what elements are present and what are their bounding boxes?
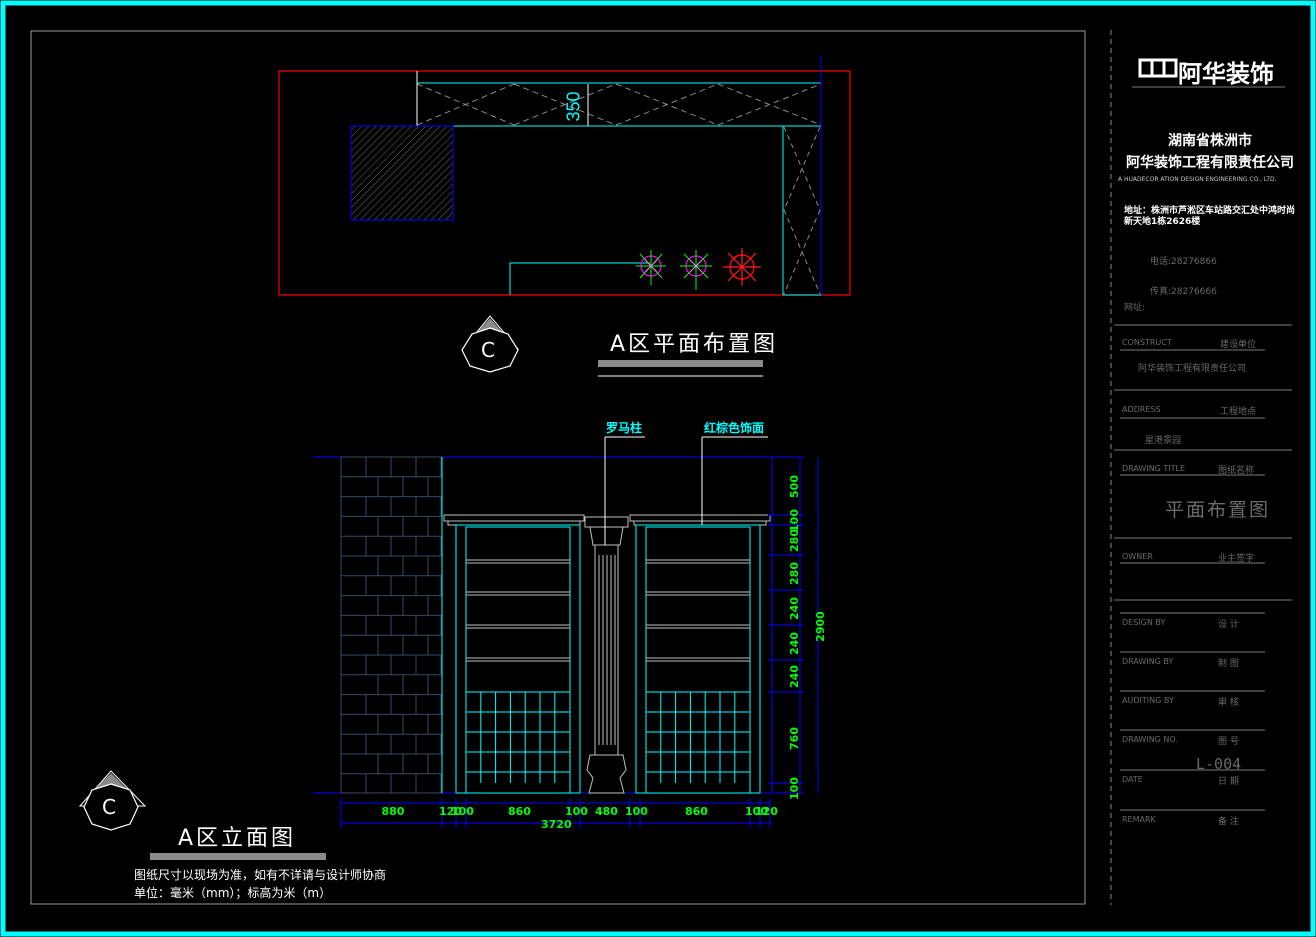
construct-label: CONSTRUCT (1122, 338, 1172, 347)
drawing-title-label: DRAWING TITLE (1122, 464, 1186, 473)
company-en: A HUADECOR ATION DESIGN ENGINEERING CO.,… (1118, 176, 1277, 183)
plan-dim-350: 350 (563, 91, 584, 122)
vertical-dim-0: 500 (787, 474, 803, 498)
note-line2: 单位：毫米（mm）；标高为米（m） (134, 886, 332, 900)
vertical-dim-7: 760 (787, 726, 803, 750)
owner-cn: 业主签字 (1218, 554, 1255, 564)
label-roman-column: 罗马柱 (606, 421, 643, 435)
vertical-dim-2: 280 (787, 528, 803, 552)
drawing-title-value: 平面布置图 (1165, 499, 1271, 521)
vertical-dim-5: 240 (787, 631, 803, 655)
drawing-no-cn: 图 号 (1218, 737, 1239, 747)
company-address: 地址：株洲市芦淞区车站路交汇处中鸿时尚新天地1栋2626楼 (1124, 206, 1296, 227)
bottom-dim-5: 480 (595, 805, 618, 818)
plant-icon (636, 250, 666, 285)
construct-cn: 建设单位 (1220, 340, 1257, 350)
drawing-by-label: DRAWING BY (1122, 657, 1174, 666)
drawing-no-label: DRAWING NO. (1122, 735, 1178, 744)
note-line1: 图纸尺寸以现场为准，如有不详请与设计师协商 (134, 868, 387, 882)
vertical-dim-text: 240 (787, 665, 801, 688)
logo-mark (1138, 58, 1178, 78)
company-web: 网址: (1124, 303, 1146, 313)
drawing-by-cn: 制 图 (1218, 659, 1239, 669)
address-label: ADDRESS (1122, 405, 1161, 414)
elevation-marker-letter: C (102, 795, 116, 819)
design-label: DESIGN BY (1122, 618, 1166, 627)
drawing-no-value: L-004 (1196, 755, 1242, 773)
logo-text: 阿华装饰 (1178, 60, 1274, 88)
date-label: DATE (1122, 775, 1143, 784)
bottom-dim-0: 880 (381, 805, 405, 818)
drawing-title-cn: 图纸名称 (1218, 466, 1255, 476)
design-cn: 设 计 (1218, 620, 1239, 630)
company-phone: 电话:28276866 (1150, 257, 1217, 267)
plant-icon (723, 248, 761, 286)
roman-column (584, 516, 629, 794)
company-fax: 传真:28276666 (1150, 287, 1217, 297)
bottom-dim-9: 120 (755, 805, 778, 818)
company-line1: 湖南省株洲市 (1168, 133, 1252, 149)
vertical-dim-3: 280 (787, 561, 803, 585)
inner-frame (30, 30, 1086, 905)
address-cn: 工程地点 (1220, 407, 1257, 417)
plan-marker-letter: C (481, 338, 495, 362)
total-width: 3720 (541, 818, 572, 831)
label-finish: 红棕色饰面 (704, 421, 765, 435)
bottom-dim-2: 100 (451, 805, 474, 818)
vertical-dim-8: 100 (787, 776, 803, 800)
total-height-wrap: 2900 (809, 611, 827, 642)
vertical-dim-text: 280 (787, 561, 801, 585)
construct-value: 阿华装饰工程有限责任公司 (1138, 364, 1247, 374)
auditing-cn: 审 核 (1218, 698, 1239, 708)
company-line2: 阿华装饰工程有限责任公司 (1126, 155, 1294, 171)
address-value: 星港景园 (1145, 436, 1182, 446)
vertical-dim-text: 240 (787, 596, 801, 620)
vertical-dim-text: 240 (787, 631, 801, 655)
bottom-dim-4: 100 (565, 805, 588, 818)
bottom-dim-7: 860 (685, 805, 708, 818)
remark-cn: 备 注 (1218, 817, 1239, 827)
owner-label: OWNER (1122, 552, 1153, 561)
plant-icon (680, 250, 712, 290)
bottom-dim-6: 100 (625, 805, 648, 818)
vertical-dim-4: 240 (787, 596, 803, 620)
elevation-view (313, 436, 819, 828)
plan-title: A区平面布置图 (610, 332, 779, 357)
vertical-dim-text: 760 (787, 726, 801, 750)
plan-dim-350-wrap: 350 (563, 84, 592, 126)
auditing-label: AUDITING BY (1122, 696, 1174, 705)
date-cn: 日 期 (1218, 777, 1239, 787)
vertical-dim-text: 100 (787, 777, 801, 800)
elevation-title: A区立面图 (178, 826, 297, 851)
bottom-dim-3: 860 (508, 805, 531, 818)
vertical-dim-text: 280 (787, 529, 801, 552)
remark-label: REMARK (1122, 815, 1156, 824)
vertical-dim-text: 500 (787, 475, 801, 498)
vertical-dim-6: 240 (787, 664, 803, 688)
total-height: 2900 (813, 611, 827, 642)
